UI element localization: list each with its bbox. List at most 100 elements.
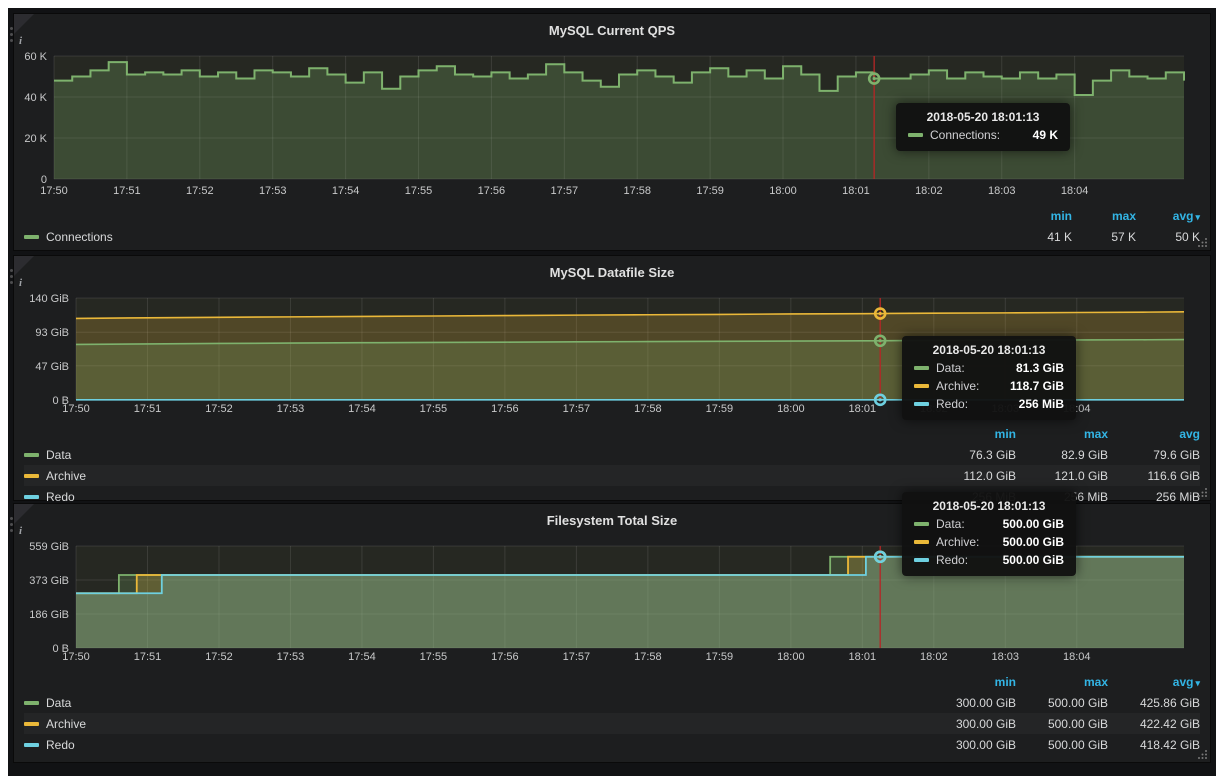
series-color-swatch <box>24 722 39 726</box>
legend-sort-avg[interactable]: avg▾ <box>1108 675 1200 689</box>
legend-series-toggle-redo[interactable]: Redo <box>24 490 924 504</box>
legend-sort-max[interactable]: max <box>1072 209 1136 223</box>
legend-header-row: minmaxavg▾ <box>24 671 1200 692</box>
legend-avg-value: 422.42 GiB <box>1108 717 1200 731</box>
svg-text:17:56: 17:56 <box>491 651 519 663</box>
legend-sort-max[interactable]: max <box>1016 675 1108 689</box>
svg-text:40 K: 40 K <box>24 92 47 104</box>
svg-text:17:52: 17:52 <box>205 403 233 415</box>
svg-text:18:01: 18:01 <box>849 651 877 663</box>
svg-text:17:53: 17:53 <box>259 185 287 197</box>
series-color-swatch <box>914 558 929 562</box>
legend-max-value: 500.00 GiB <box>1016 717 1108 731</box>
panel-resize-handle[interactable] <box>1197 749 1208 760</box>
legend-series-toggle-archive[interactable]: Archive <box>24 469 924 483</box>
tooltip-series-label: Data: <box>936 517 965 531</box>
tooltip-series-value: 118.7 GiB <box>996 379 1064 393</box>
svg-text:0: 0 <box>41 174 47 186</box>
tooltip-series-value: 500.00 GiB <box>989 553 1064 567</box>
svg-text:0 B: 0 B <box>52 395 69 407</box>
legend-min-value: 300.00 GiB <box>924 717 1016 731</box>
legend-min-value: 300.00 GiB <box>924 738 1016 752</box>
legend-header-row: minmaxavg▾ <box>24 205 1200 226</box>
series-color-swatch <box>24 495 39 499</box>
series-color-swatch <box>914 540 929 544</box>
svg-text:17:57: 17:57 <box>551 185 579 197</box>
series-color-swatch <box>24 474 39 478</box>
sort-caret-icon: ▾ <box>1195 678 1200 688</box>
legend-sort-min[interactable]: min <box>1008 209 1072 223</box>
panel-title[interactable]: Filesystem Total Size <box>547 513 678 528</box>
legend-series-toggle-redo[interactable]: Redo <box>24 738 924 752</box>
tooltip-series-row: Archive:500.00 GiB <box>914 535 1064 549</box>
svg-text:17:55: 17:55 <box>420 651 448 663</box>
legend-series-toggle-archive[interactable]: Archive <box>24 717 924 731</box>
series-color-swatch <box>914 384 929 388</box>
panel-drag-handle[interactable] <box>10 266 14 287</box>
svg-text:18:00: 18:00 <box>777 651 805 663</box>
svg-text:559 GiB: 559 GiB <box>29 541 69 553</box>
svg-text:17:51: 17:51 <box>113 185 141 197</box>
tooltip-series-value: 256 MiB <box>1005 397 1064 411</box>
tooltip-series-value: 49 K <box>1019 128 1058 142</box>
svg-text:17:58: 17:58 <box>623 185 651 197</box>
legend-row-redo: Redo300.00 GiB500.00 GiB418.42 GiB <box>24 734 1200 755</box>
legend-sort-avg[interactable]: avg▾ <box>1136 209 1200 223</box>
tooltip-series-row: Archive: 118.7 GiB <box>914 379 1064 393</box>
svg-text:186 GiB: 186 GiB <box>29 609 69 621</box>
legend-row-archive: Archive112.0 GiB121.0 GiB116.6 GiB <box>24 465 1200 486</box>
svg-text:17:55: 17:55 <box>420 403 448 415</box>
legend-row-archive: Archive300.00 GiB500.00 GiB422.42 GiB <box>24 713 1200 734</box>
legend-min-value: 300.00 GiB <box>924 696 1016 710</box>
legend-row-data: Data300.00 GiB500.00 GiB425.86 GiB <box>24 692 1200 713</box>
legend-series-label: Redo <box>46 738 75 752</box>
svg-text:17:56: 17:56 <box>478 185 506 197</box>
svg-text:47 GiB: 47 GiB <box>35 361 69 373</box>
svg-text:17:52: 17:52 <box>186 185 214 197</box>
legend-avg-value: 50 K <box>1136 230 1200 244</box>
legend-series-label: Data <box>46 448 71 462</box>
panel-resize-handle[interactable] <box>1197 237 1208 248</box>
legend-avg-value: 79.6 GiB <box>1108 448 1200 462</box>
svg-text:18:04: 18:04 <box>1063 651 1091 663</box>
legend-max-value: 500.00 GiB <box>1016 696 1108 710</box>
series-color-swatch <box>914 402 929 406</box>
legend-series-toggle-data[interactable]: Data <box>24 448 924 462</box>
svg-text:17:54: 17:54 <box>348 403 376 415</box>
tooltip-series-label: Archive: <box>936 379 979 393</box>
panel-drag-handle[interactable] <box>10 514 14 535</box>
tooltip-series-label: Redo: <box>936 553 968 567</box>
legend-header-row: minmaxavg <box>24 423 1200 444</box>
legend-min-value: 76.3 GiB <box>924 448 1016 462</box>
panel-title[interactable]: MySQL Datafile Size <box>550 265 675 280</box>
grafana-dashboard: i MySQL Current QPS 17:5017:5117:5217:53… <box>8 8 1216 776</box>
series-color-swatch <box>914 522 929 526</box>
svg-text:18:02: 18:02 <box>915 185 943 197</box>
svg-text:0 B: 0 B <box>52 643 69 655</box>
legend-series-toggle-data[interactable]: Data <box>24 696 924 710</box>
panel-drag-handle[interactable] <box>10 24 14 45</box>
svg-text:18:04: 18:04 <box>1061 185 1089 197</box>
svg-text:17:50: 17:50 <box>40 185 68 197</box>
svg-text:18:01: 18:01 <box>842 185 870 197</box>
legend-max-value: 121.0 GiB <box>1016 469 1108 483</box>
tooltip-timestamp: 2018-05-20 18:01:13 <box>908 110 1058 124</box>
legend-sort-min[interactable]: min <box>924 675 1016 689</box>
legend-sort-min[interactable]: min <box>924 427 1016 441</box>
tooltip-series-row: Connections:49 K <box>908 128 1058 142</box>
legend-sort-max[interactable]: max <box>1016 427 1108 441</box>
legend-series-toggle-connections[interactable]: Connections <box>24 230 1008 244</box>
legend-row-data: Data76.3 GiB82.9 GiB79.6 GiB <box>24 444 1200 465</box>
svg-text:18:01: 18:01 <box>849 403 877 415</box>
legend-series-label: Connections <box>46 230 113 244</box>
legend-max-value: 57 K <box>1072 230 1136 244</box>
svg-text:93 GiB: 93 GiB <box>35 327 69 339</box>
panel-title[interactable]: MySQL Current QPS <box>549 23 675 38</box>
legend-avg-value: 418.42 GiB <box>1108 738 1200 752</box>
panel-resize-handle[interactable] <box>1197 487 1208 498</box>
tooltip-series-label: Archive: <box>936 535 979 549</box>
legend-sort-avg[interactable]: avg <box>1108 427 1200 441</box>
svg-text:18:02: 18:02 <box>920 651 948 663</box>
svg-text:20 K: 20 K <box>24 133 47 145</box>
tooltip-series-value: 81.3 GiB <box>1002 361 1064 375</box>
